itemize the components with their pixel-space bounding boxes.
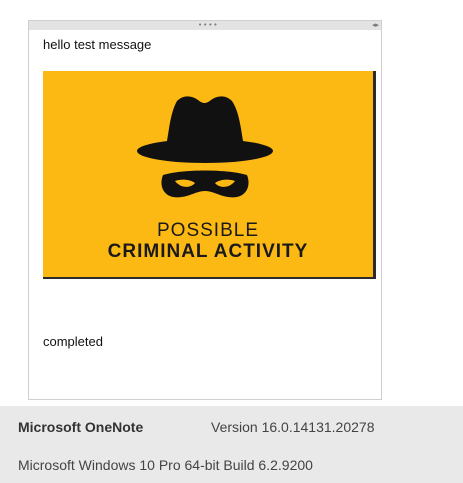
about-footer: Microsoft OneNote Version 16.0.14131.202…: [0, 406, 463, 483]
left-right-arrows-icon[interactable]: ◂▸: [372, 21, 379, 30]
note-text-line[interactable]: hello test message: [43, 37, 151, 52]
onenote-page: •••• ◂▸ hello test message POSSIBLE CRIM…: [0, 0, 463, 483]
note-handle-bar[interactable]: •••• ◂▸: [29, 21, 381, 30]
hat-brim: [137, 139, 273, 163]
grip-dots-icon[interactable]: ••••: [198, 22, 219, 29]
criminal-activity-image[interactable]: POSSIBLE CRIMINAL ACTIVITY: [43, 71, 376, 279]
hat-crown: [167, 96, 243, 141]
note-container[interactable]: •••• ◂▸ hello test message POSSIBLE CRIM…: [28, 20, 382, 400]
image-caption-criminal-activity: CRIMINAL ACTIVITY: [107, 241, 309, 262]
version-text: Version 16.0.14131.20278: [211, 419, 375, 435]
eye-mask: [161, 170, 249, 198]
product-name: Microsoft OneNote: [18, 419, 144, 435]
note-text-line[interactable]: completed: [43, 334, 103, 349]
image-caption-possible: POSSIBLE: [157, 220, 259, 241]
os-info-text: Microsoft Windows 10 Pro 64-bit Build 6.…: [18, 457, 313, 473]
